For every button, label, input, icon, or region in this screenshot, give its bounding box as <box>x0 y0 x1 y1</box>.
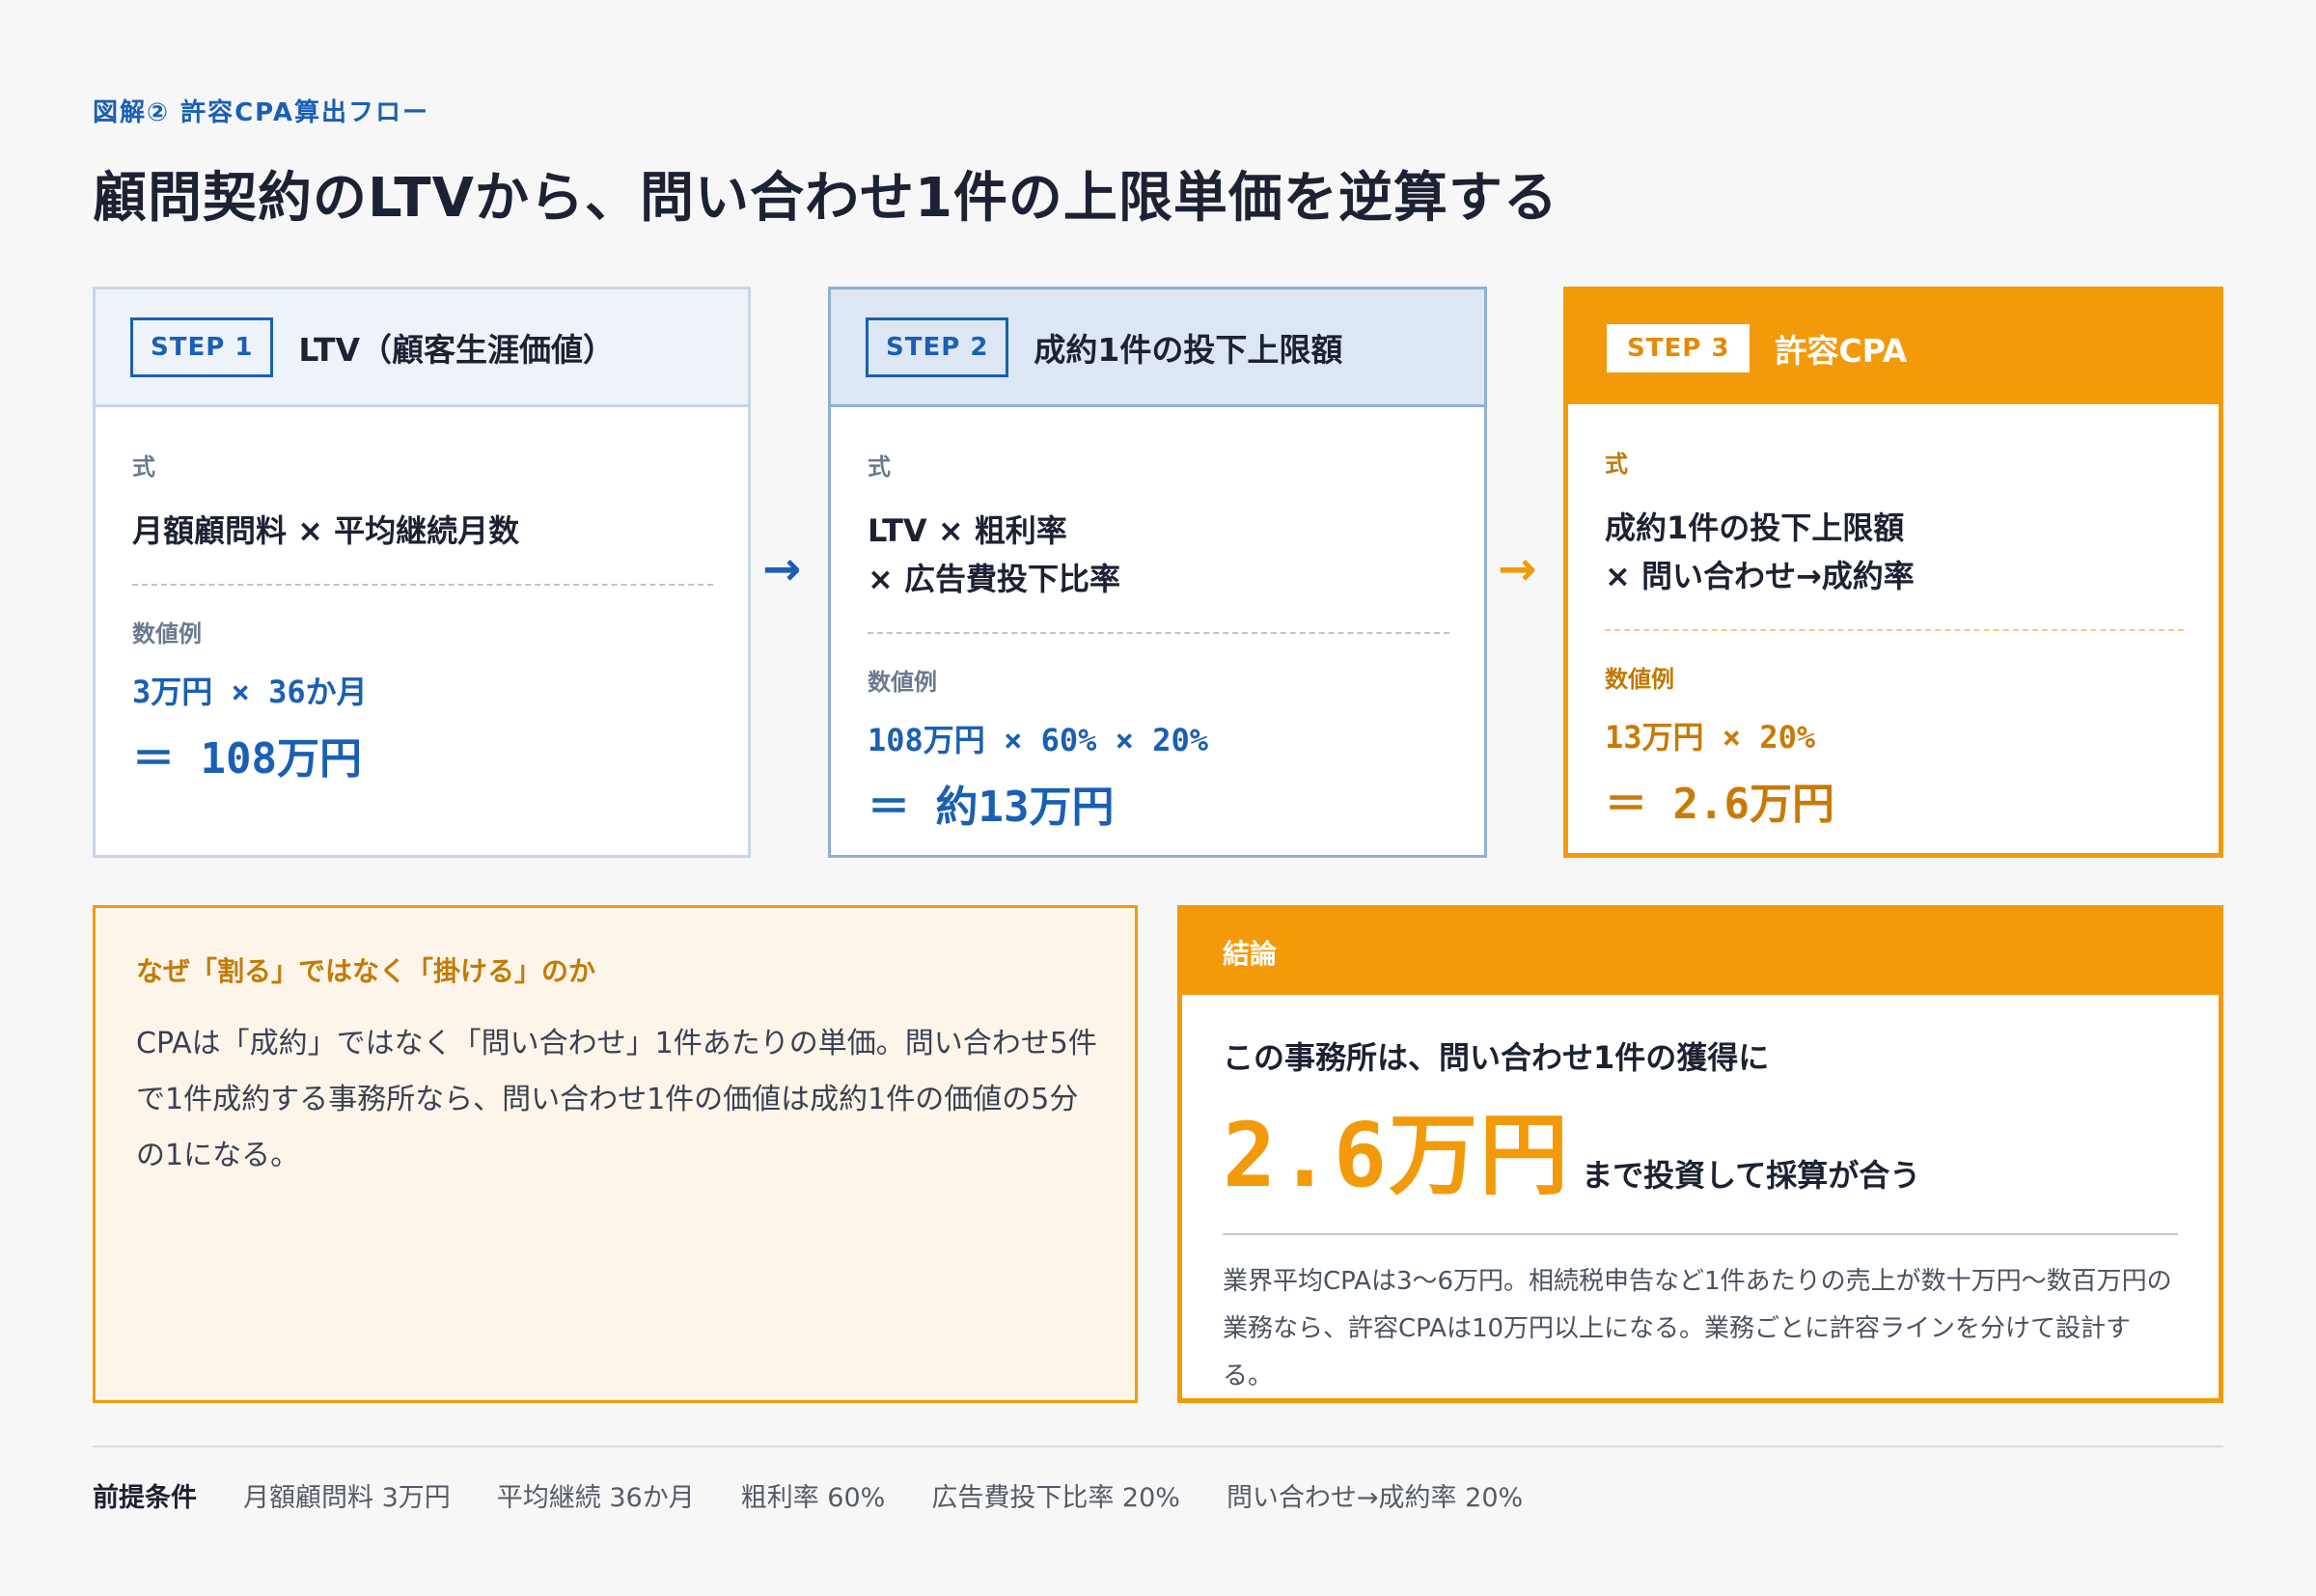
explanation-box: なぜ「割る」ではなく「掛ける」のか CPAは「成約」ではなく「問い合わせ」1件あ… <box>93 905 1138 1403</box>
divider <box>1605 629 2184 631</box>
footer-divider <box>93 1445 2223 1447</box>
step-card-header: STEP 3 許容CPA <box>1568 291 2219 404</box>
step-result: ＝ 2.6万円 <box>1605 780 1834 829</box>
example-line: 108万円 × 60% × 20% <box>868 722 1208 758</box>
assumption-item: 月額顧問料 3万円 <box>243 1483 451 1513</box>
formula-label: 式 <box>132 454 155 481</box>
example-line: 13万円 × 20% <box>1605 719 1816 756</box>
formula-line: × 問い合わせ→成約率 <box>1605 558 1915 594</box>
step-result: ＝ 約13万円 <box>868 783 1115 832</box>
example-text: 108万円 × 60% × 20% <box>868 716 1449 764</box>
step-title: LTV（顧客生涯価値） <box>298 330 616 369</box>
divider <box>868 632 1449 634</box>
formula-line: 成約1件の投下上限額 <box>1605 509 1905 546</box>
example-label: 数値例 <box>868 669 937 696</box>
assumption-item: 平均継続 36か月 <box>496 1483 695 1513</box>
conclusion-note: 業界平均CPAは3〜6万円。相続税申告など1件あたりの売上が数十万円〜数百万円の… <box>1223 1267 2172 1390</box>
explanation-title: なぜ「割る」ではなく「掛ける」のか <box>136 955 596 987</box>
assumptions-footer: 前提条件 月額顧問料 3万円 平均継続 36か月 粗利率 60% 広告費投下比率… <box>93 1476 1569 1514</box>
divider <box>132 584 713 586</box>
formula-text: LTV × 粗利率 × 広告費投下比率 <box>868 507 1449 603</box>
formula-line: 月額顧問料 × 平均継続月数 <box>132 512 520 549</box>
step-result: ＝ 108万円 <box>132 734 362 784</box>
example-line: 3万円 × 36か月 <box>132 674 368 710</box>
step-title: 許容CPA <box>1775 331 1908 370</box>
step-card-header: STEP 2 成約1件の投下上限額 <box>831 289 1484 407</box>
page-title: 顧問契約のLTVから、問い合わせ1件の上限単価を逆算する <box>93 167 1558 230</box>
example-label: 数値例 <box>1605 666 1674 693</box>
step-card-1: STEP 1 LTV（顧客生涯価値） 式 月額顧問料 × 平均継続月数 数値例 … <box>93 287 751 858</box>
step-badge: STEP 3 <box>1607 323 1751 372</box>
example-text: 13万円 × 20% <box>1605 713 2184 761</box>
conclusion-tail: まで投資して採算が合う <box>1582 1157 1921 1194</box>
example-label: 数値例 <box>132 620 202 647</box>
assumptions-label: 前提条件 <box>93 1483 197 1513</box>
step-badge: STEP 2 <box>866 316 1009 377</box>
assumption-item: 粗利率 60% <box>740 1483 886 1513</box>
divider <box>1223 1233 2178 1235</box>
step-card-header: STEP 1 LTV（顧客生涯価値） <box>96 289 748 407</box>
step-badge: STEP 1 <box>130 316 274 377</box>
assumption-item: 広告費投下比率 20% <box>931 1483 1180 1513</box>
formula-line: LTV × 粗利率 <box>868 512 1067 549</box>
formula-text: 成約1件の投下上限額 × 問い合わせ→成約率 <box>1605 504 2184 600</box>
step-card-3: STEP 3 許容CPA 式 成約1件の投下上限額 × 問い合わせ→成約率 数値… <box>1563 287 2223 858</box>
conclusion-heading: 結論 <box>1182 910 2219 995</box>
arrow-right-icon: → <box>1498 542 1537 596</box>
conclusion-box: 結論 この事務所は、問い合わせ1件の獲得に 2.6万円 まで投資して採算が合う … <box>1177 905 2223 1403</box>
formula-text: 月額顧問料 × 平均継続月数 <box>132 507 713 555</box>
example-text: 3万円 × 36か月 <box>132 668 713 716</box>
explanation-text: CPAは「成約」ではなく「問い合わせ」1件あたりの単価。問い合わせ5件で1件成約… <box>136 1027 1097 1172</box>
figure-eyebrow: 図解② 許容CPA算出フロー <box>93 98 429 127</box>
conclusion-amount: 2.6万円 <box>1223 1104 1571 1207</box>
assumption-item: 問い合わせ→成約率 20% <box>1226 1483 1524 1513</box>
formula-label: 式 <box>868 454 891 481</box>
conclusion-lead: この事務所は、問い合わせ1件の獲得に <box>1223 1039 1770 1076</box>
formula-label: 式 <box>1605 451 1628 478</box>
step-card-2: STEP 2 成約1件の投下上限額 式 LTV × 粗利率 × 広告費投下比率 … <box>828 287 1487 858</box>
formula-line: × 広告費投下比率 <box>868 561 1120 597</box>
arrow-right-icon: → <box>762 542 802 596</box>
step-title: 成約1件の投下上限額 <box>1034 330 1343 369</box>
